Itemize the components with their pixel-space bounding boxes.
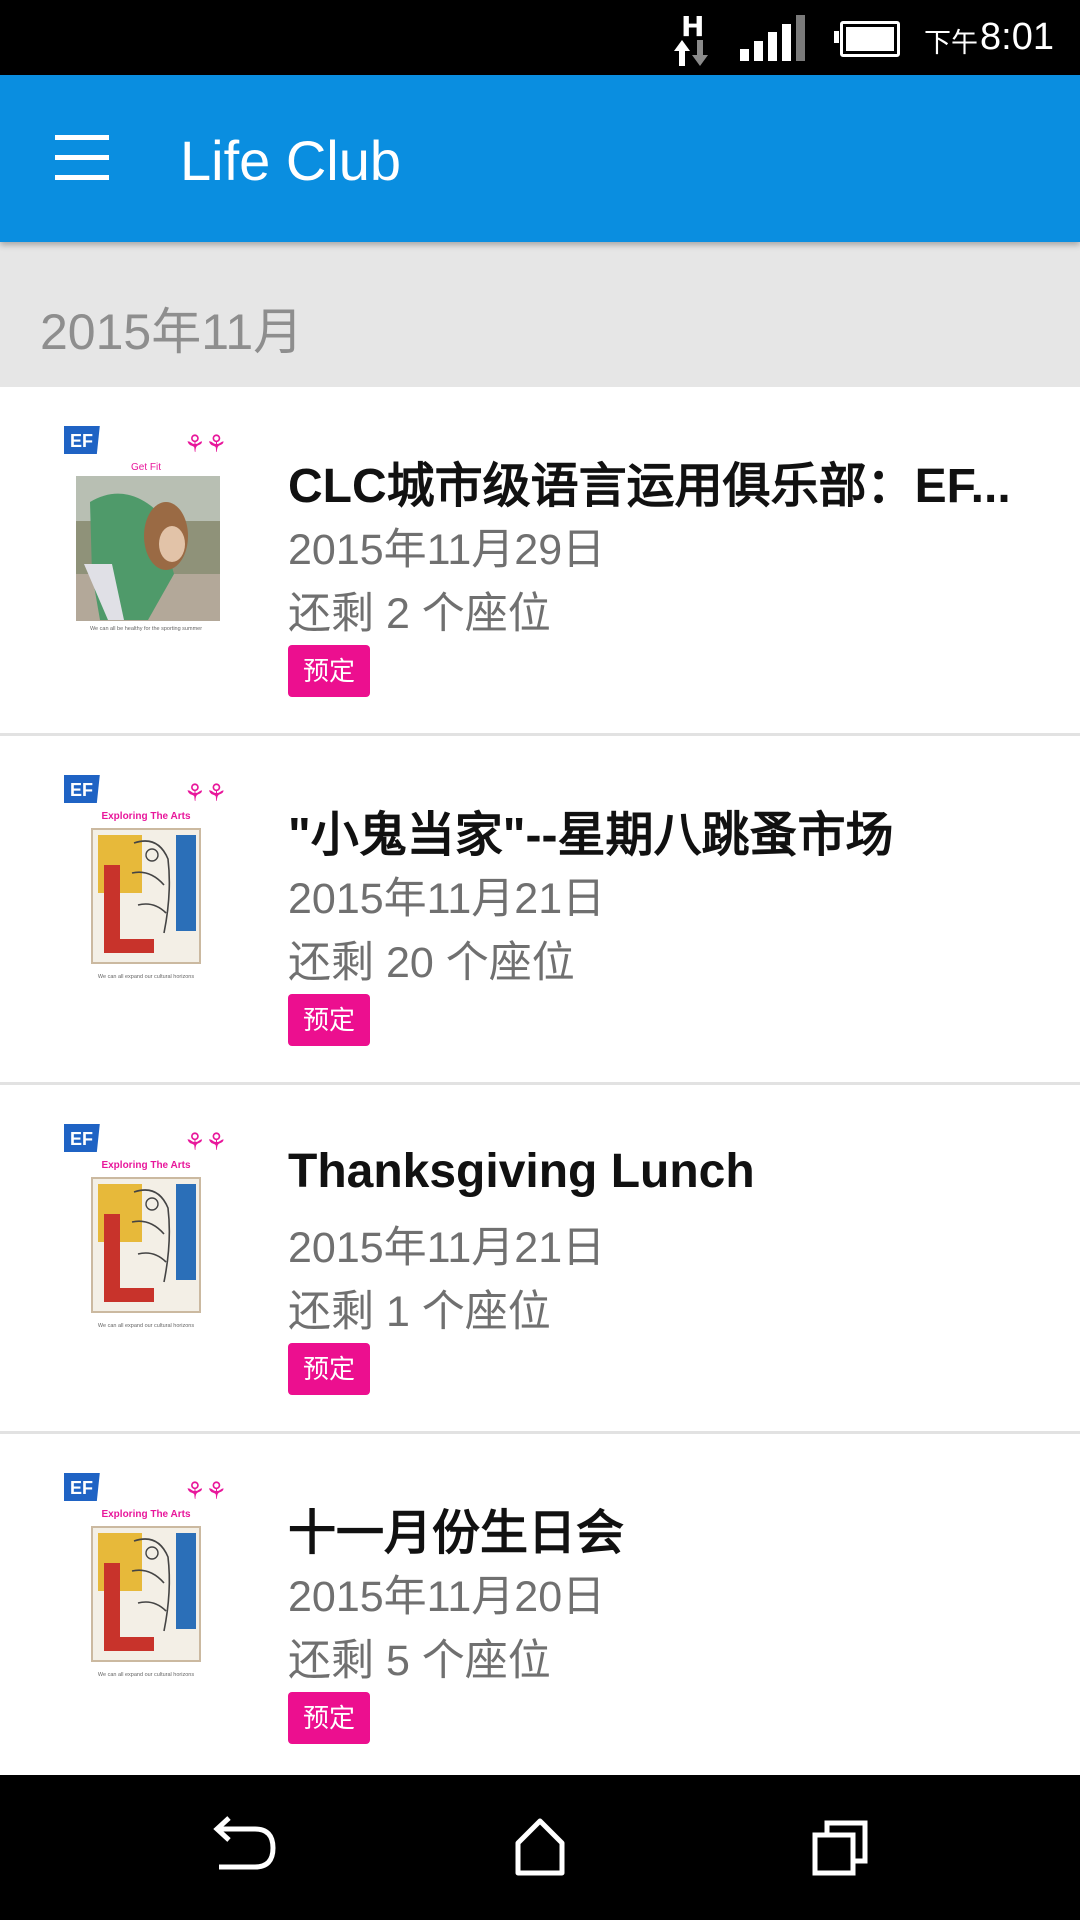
book-button[interactable]: 预定 <box>288 994 370 1046</box>
event-seats: 还剩 2 个座位 <box>288 590 551 638</box>
event-item[interactable]: EF ⚘⚘⚘ Exploring The Arts We can all exp… <box>0 736 1080 1085</box>
thumb-logo: EF <box>70 780 93 800</box>
thumb-caption: We can all expand our cultural horizons <box>98 1323 194 1329</box>
event-date: 2015年11月20日 <box>288 1573 606 1621</box>
thumb-logo: EF <box>70 1478 93 1498</box>
app-title: Life Club <box>180 129 402 192</box>
thumb-heading: Exploring The Arts <box>101 1160 191 1171</box>
event-date: 2015年11月21日 <box>288 1224 606 1272</box>
svg-text:⚘⚘⚘: ⚘⚘⚘ <box>184 1128 228 1156</box>
thumb-logo: EF <box>70 431 93 451</box>
svg-text:⚘⚘⚘: ⚘⚘⚘ <box>184 779 228 807</box>
thumb-heading: Exploring The Arts <box>101 1509 191 1520</box>
hamburger-menu-icon[interactable] <box>52 135 114 181</box>
event-seats: 还剩 5 个座位 <box>288 1637 551 1685</box>
event-seats: 还剩 20 个座位 <box>288 939 575 987</box>
recent-apps-icon[interactable] <box>785 1803 895 1893</box>
thumb-logo: EF <box>70 1129 93 1149</box>
thumb-caption: We can all be healthy for the sporting s… <box>90 626 202 632</box>
event-list: EF ⚘⚘⚘ Get Fit We can all be healthy for… <box>0 387 1080 1783</box>
clock-prefix: 下午 <box>924 28 979 58</box>
svg-text:⚘⚘⚘: ⚘⚘⚘ <box>184 1477 228 1505</box>
thumb-heading: Get Fit <box>131 462 161 473</box>
event-title: Thanksgiving Lunch <box>288 1145 755 1198</box>
event-seats: 还剩 1 个座位 <box>288 1288 551 1336</box>
book-button[interactable]: 预定 <box>288 1692 370 1744</box>
event-title: "小鬼当家"--星期八跳蚤市场 <box>288 809 894 862</box>
event-thumbnail: EF ⚘⚘⚘ Exploring The Arts We can all exp… <box>64 773 228 983</box>
book-button[interactable]: 预定 <box>288 1343 370 1395</box>
event-title: 十一月份生日会 <box>288 1507 625 1560</box>
thumb-caption: We can all expand our cultural horizons <box>98 974 194 980</box>
svg-text:⚘⚘⚘: ⚘⚘⚘ <box>184 430 228 458</box>
event-item[interactable]: EF ⚘⚘⚘ Get Fit We can all be healthy for… <box>0 387 1080 736</box>
event-date: 2015年11月21日 <box>288 875 606 923</box>
month-section-header: 2015年11月 <box>0 242 1080 387</box>
book-button[interactable]: 预定 <box>288 645 370 697</box>
battery-icon <box>834 20 901 57</box>
event-item[interactable]: EF ⚘⚘⚘ Exploring The Arts We can all exp… <box>0 1434 1080 1783</box>
month-label: 2015年11月 <box>40 304 304 360</box>
status-bar: H 下午 8:01 <box>0 0 1080 75</box>
network-h-icon: H <box>670 6 714 70</box>
thumb-heading: Exploring The Arts <box>101 811 191 822</box>
app-bar: Life Club <box>0 75 1080 242</box>
home-icon[interactable] <box>485 1803 595 1893</box>
event-title: CLC城市级语言运用俱乐部：EF... <box>288 460 1011 513</box>
event-item[interactable]: EF ⚘⚘⚘ Exploring The Arts We can all exp… <box>0 1085 1080 1434</box>
navigation-bar <box>0 1775 1080 1920</box>
back-icon[interactable] <box>185 1803 295 1893</box>
thumb-caption: We can all expand our cultural horizons <box>98 1672 194 1678</box>
event-thumbnail: EF ⚘⚘⚘ Get Fit We can all be healthy for… <box>64 424 228 634</box>
event-thumbnail: EF ⚘⚘⚘ Exploring The Arts We can all exp… <box>64 1471 228 1681</box>
signal-icon <box>740 14 810 61</box>
event-thumbnail: EF ⚘⚘⚘ Exploring The Arts We can all exp… <box>64 1122 228 1332</box>
event-date: 2015年11月29日 <box>288 526 606 574</box>
clock: 8:01 <box>980 16 1054 58</box>
